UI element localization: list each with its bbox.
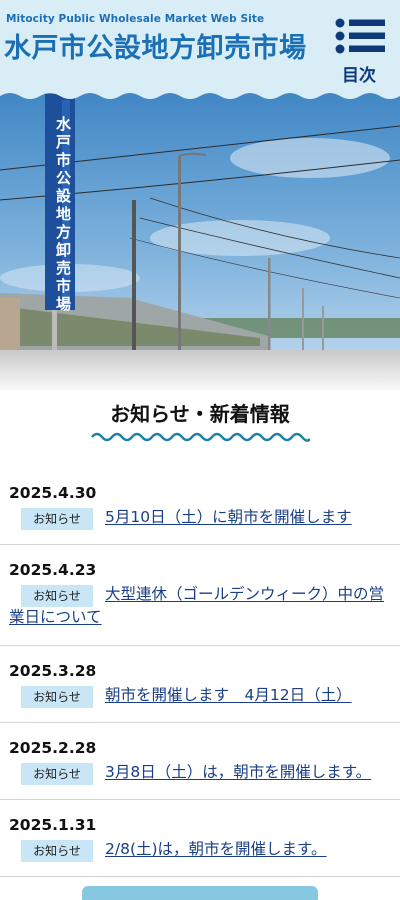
news-date: 2025.1.31 (9, 816, 97, 834)
site-header: Mitocity Public Wholesale Market Web Sit… (0, 0, 400, 100)
news-link[interactable]: 3月8日（土）は，朝市を開催します。 (9, 761, 388, 784)
menu-label: 目次 (342, 66, 376, 86)
site-subtitle: Mitocity Public Wholesale Market Web Sit… (6, 13, 265, 25)
more-news-button[interactable] (82, 886, 318, 900)
hero-image: 水戸市公設地方卸売市場 (0, 88, 400, 390)
news-link[interactable]: 大型連休（ゴールデンウィーク）中の営業日について (9, 583, 388, 629)
news-link[interactable]: 5月10日（土）に朝市を開催します (9, 506, 388, 529)
news-date: 2025.4.30 (9, 484, 97, 502)
news-item: 2025.4.23 お知らせ 大型連休（ゴールデンウィーク）中の営業日について (0, 545, 400, 646)
news-item: 2025.2.28 お知らせ 3月8日（土）は，朝市を開催します。 (0, 723, 400, 800)
news-item: 2025.1.31 お知らせ 2/8(土)は，朝市を開催します。 (0, 800, 400, 877)
news-item: 2025.4.30 お知らせ 5月10日（土）に朝市を開催します (0, 476, 400, 545)
news-link[interactable]: 朝市を開催します 4月12日（土） (9, 684, 388, 707)
news-link[interactable]: 2/8(土)は，朝市を開催します。 (9, 838, 388, 861)
wave-decoration-icon (91, 432, 310, 442)
hero-sign-text: 水戸市公設地方卸売市場 (54, 115, 72, 314)
site-title[interactable]: 水戸市公設地方卸売市場 (4, 26, 307, 65)
news-item: 2025.3.28 お知らせ 朝市を開催します 4月12日（土） (0, 646, 400, 723)
news-date: 2025.3.28 (9, 662, 97, 680)
news-heading: お知らせ・新着情報 (110, 402, 290, 426)
news-list: 2025.4.30 お知らせ 5月10日（土）に朝市を開催します 2025.4.… (0, 476, 400, 877)
news-date: 2025.4.23 (9, 561, 97, 579)
news-date: 2025.2.28 (9, 739, 97, 757)
hamburger-menu-icon (335, 18, 385, 54)
menu-button[interactable]: 目次 (332, 16, 388, 86)
